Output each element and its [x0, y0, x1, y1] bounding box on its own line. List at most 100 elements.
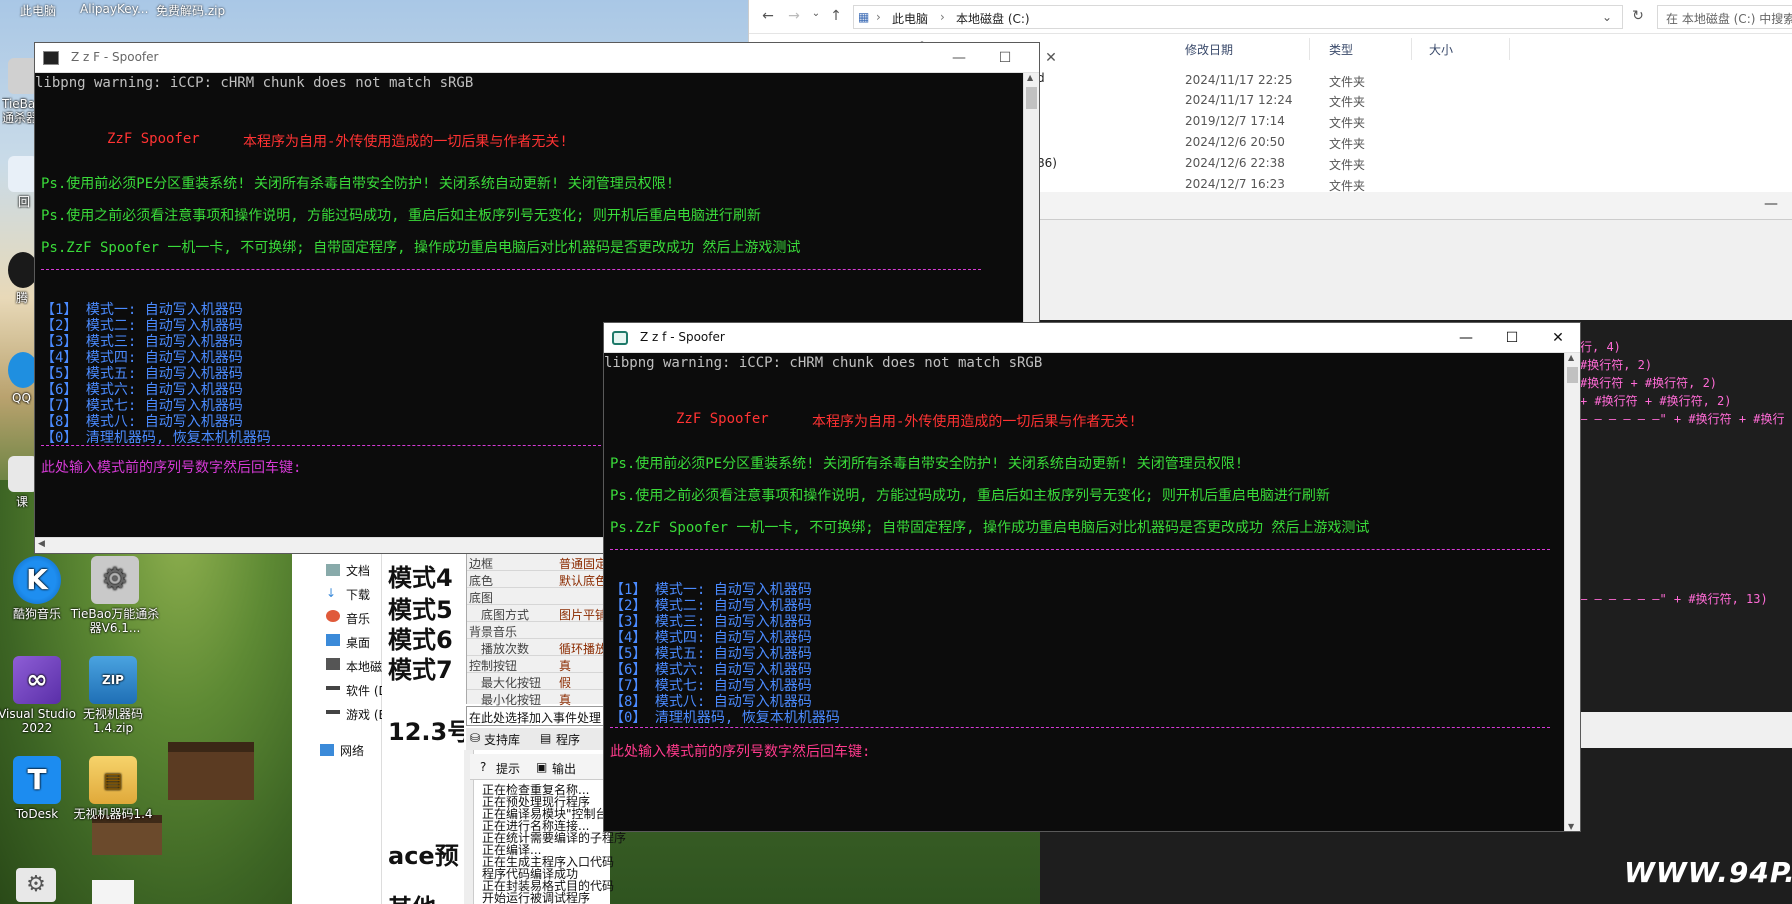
code-line[interactable]: #换行符 + #换行符, 2): [1580, 374, 1717, 391]
tab-program[interactable]: 程序: [556, 731, 580, 748]
scrollbar-thumb[interactable]: [1567, 367, 1578, 383]
scroll-up-arrow-icon[interactable]: ▲: [1568, 353, 1574, 362]
property-grid: 边框 普通固定 底色 默认底色 底图 底图方式 图片平铺 背景音乐 播放次数 循环播放 …: [466, 554, 611, 707]
desktop-top-label[interactable]: 免费解码.zip: [156, 2, 225, 19]
code-line[interactable]: 行, 4): [1580, 338, 1621, 355]
minimize-button[interactable]: —: [1764, 196, 1778, 212]
property-row[interactable]: 背景音乐: [467, 622, 611, 639]
nav-item-downloads[interactable]: 下载: [346, 586, 370, 603]
nav-item-drive-d[interactable]: 软件 (D: [346, 682, 382, 699]
explorer-nav-bar: ← → ⌄ ↑ ▦ › 此电脑 › 本地磁盘 (C:) ⌄ ↻ 在 本地磁盘 (…: [749, 0, 1792, 34]
column-header-size[interactable]: 大小: [1429, 41, 1453, 58]
document-icon[interactable]: [92, 880, 134, 904]
nav-item-music[interactable]: 音乐: [346, 610, 370, 627]
code-line[interactable]: – – – – – –" + #换行符, 13): [1580, 590, 1768, 607]
row-date: 2024/11/17 22:25: [1185, 73, 1293, 87]
console-warning: libpng warning: iCCP: cHRM chunk does no…: [604, 355, 1043, 371]
chevron-down-icon[interactable]: ⌄: [1602, 10, 1612, 24]
property-row[interactable]: 控制按钮真: [467, 656, 611, 673]
property-key: 边框: [469, 557, 494, 571]
property-row[interactable]: 底图: [467, 588, 611, 605]
scroll-left-arrow-icon[interactable]: ◀: [38, 539, 45, 549]
forward-arrow-icon[interactable]: →: [785, 8, 803, 26]
code-line[interactable]: – – – – – –" + #换行符 + #换行: [1580, 410, 1785, 427]
desktop-top-label[interactable]: AlipayKey...: [80, 2, 148, 16]
console-title-bar[interactable]: Z z F - Spoofer — ☐ ✕: [35, 43, 1057, 73]
banner-disclaimer: 本程序为自用-外传使用造成的一切后果与作者无关!: [243, 134, 568, 150]
column-divider[interactable]: [1309, 38, 1310, 60]
hint-icon: ?: [480, 760, 487, 774]
menu-option: 【0】 清理机器码, 恢复本机机器码: [610, 710, 840, 726]
up-arrow-icon[interactable]: ↑: [827, 8, 845, 26]
row-date: 2024/12/7 16:23: [1185, 177, 1285, 191]
wallpaper-cabin-small: [92, 815, 162, 855]
search-input[interactable]: 在 本地磁盘 (C:) 中搜索: [1657, 5, 1792, 29]
property-row[interactable]: 边框 普通固定: [467, 554, 611, 571]
desktop-icon-todesk[interactable]: T ToDesk: [0, 756, 80, 821]
desktop-top-label[interactable]: 此电脑: [20, 2, 56, 19]
pc-icon: ▦: [858, 10, 870, 24]
property-row[interactable]: 底图方式 图片平铺: [467, 605, 611, 622]
scroll-down-arrow-icon[interactable]: ▼: [1568, 822, 1574, 831]
input-prompt: 此处输入模式前的序列号数字然后回车键:: [41, 460, 302, 476]
desktop-icon-zip[interactable]: ZIP 无视机器码1.4.zip: [70, 656, 156, 735]
settings-gear-icon[interactable]: ⚙: [16, 868, 56, 902]
column-divider[interactable]: [1509, 38, 1510, 60]
column-header-date[interactable]: 修改日期: [1185, 41, 1233, 58]
minimize-button[interactable]: —: [939, 47, 979, 69]
property-row[interactable]: 底色 默认底色: [467, 571, 611, 588]
nav-item-documents[interactable]: 文档: [346, 562, 370, 579]
zip-icon: ZIP: [89, 656, 137, 704]
code-line[interactable]: + #换行符 + #换行符, 2): [1580, 392, 1731, 409]
property-key: 控制按钮: [469, 659, 518, 673]
code-editor-title-bar: —: [1040, 192, 1792, 220]
nav-item-drive-e[interactable]: 游戏 (E: [346, 706, 382, 723]
menu-option: 【0】 清理机器码, 恢复本机机器码: [41, 430, 271, 446]
nav-item-local-disk[interactable]: 本地磁盘: [346, 658, 382, 675]
drive-icon: [326, 686, 340, 690]
column-header-type[interactable]: 类型: [1329, 41, 1353, 58]
breadcrumb-this-pc[interactable]: 此电脑: [892, 10, 928, 27]
banner-name: ZzF Spoofer: [676, 411, 769, 427]
back-arrow-icon[interactable]: ←: [759, 8, 777, 26]
tab-output[interactable]: 输出: [552, 760, 576, 777]
property-key: 底图方式: [481, 608, 530, 622]
wallpaper-cabin: [168, 742, 254, 800]
drive-icon: [326, 710, 340, 714]
console-window-front[interactable]: Z z f - Spoofer — ☐ ✕ libpng warning: iC…: [603, 322, 1581, 832]
console-vertical-scrollbar[interactable]: ▲ ▼: [1564, 353, 1580, 831]
nav-item-desktop[interactable]: 桌面: [346, 634, 370, 651]
scrollbar-thumb[interactable]: [1026, 87, 1037, 109]
divider-line: [610, 549, 1550, 550]
desktop-icon-visual-studio[interactable]: ∞ Visual Studio 2022: [0, 656, 80, 735]
close-button[interactable]: ✕: [1031, 47, 1071, 69]
console-output[interactable]: libpng warning: iCCP: cHRM chunk does no…: [604, 353, 1564, 831]
code-editor-lower-panel: [1580, 712, 1792, 748]
nav-item-network[interactable]: 网络: [340, 742, 364, 759]
refresh-icon[interactable]: ↻: [1629, 8, 1647, 26]
download-icon: ↓: [326, 586, 337, 600]
desktop-icon-tiebao[interactable]: ⚙ TieBao万能通杀器V6.1...: [70, 556, 160, 635]
desktop-icon-label: 回: [18, 195, 31, 209]
row-date: 2024/12/6 20:50: [1185, 135, 1285, 149]
breadcrumb-local-disk[interactable]: 本地磁盘 (C:): [956, 10, 1030, 27]
event-select[interactable]: 在此处选择加入事件处理: [466, 706, 610, 726]
console-title-bar[interactable]: Z z f - Spoofer — ☐ ✕: [604, 323, 1580, 353]
property-row[interactable]: 最大化按钮假: [467, 673, 611, 690]
tab-hint[interactable]: 提示: [496, 760, 520, 777]
desktop-icon-kugou[interactable]: K 酷狗音乐: [0, 556, 80, 621]
code-line[interactable]: #换行符, 2): [1580, 356, 1652, 373]
property-row[interactable]: 播放次数 循环播放: [467, 639, 611, 656]
desktop-icon-folder[interactable]: ▤ 无视机器码1.4: [70, 756, 156, 821]
tab-library[interactable]: 支持库: [484, 731, 520, 748]
chevron-down-icon[interactable]: ⌄: [807, 8, 825, 26]
minimize-button[interactable]: —: [1446, 327, 1486, 349]
maximize-button[interactable]: ☐: [985, 47, 1025, 69]
close-button[interactable]: ✕: [1538, 327, 1578, 349]
scroll-up-arrow-icon[interactable]: ▲: [1027, 73, 1033, 82]
address-bar[interactable]: ▦ › 此电脑 › 本地磁盘 (C:) ⌄: [853, 5, 1623, 29]
column-divider[interactable]: [1411, 38, 1412, 60]
document-icon: [326, 564, 340, 576]
property-row[interactable]: 最小化按钮真: [467, 690, 611, 707]
maximize-button[interactable]: ☐: [1492, 327, 1532, 349]
